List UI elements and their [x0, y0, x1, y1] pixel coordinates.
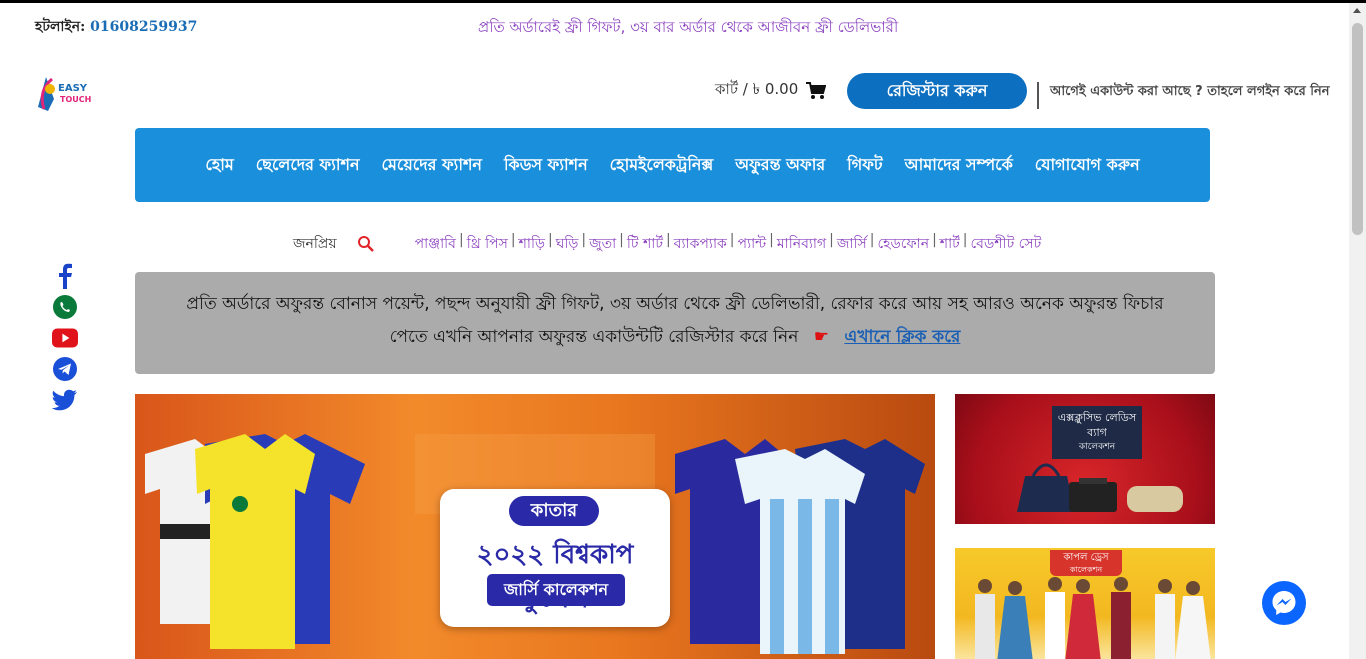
popular-tag[interactable]: জার্সি — [837, 232, 867, 256]
tag-separator: | — [665, 232, 671, 248]
twitter-icon[interactable] — [52, 387, 78, 413]
nav-item-womens-fashion[interactable]: মেয়েদের ফ্যাশন — [382, 152, 482, 179]
couple-dress-illustration — [975, 577, 1211, 659]
login-link[interactable]: আগেই একাউন্ট করা আছে ? তাহলে লগইন করে নি… — [1037, 82, 1330, 109]
scrollbar-thumb[interactable] — [1352, 23, 1363, 235]
hotline: হটলাইন: 01608259937 — [35, 15, 197, 39]
banner-line-3: জার্সি কালেকশন — [487, 574, 625, 606]
messenger-icon — [1272, 591, 1296, 615]
popular-tag[interactable]: পাঞ্জাবি — [415, 232, 456, 256]
tag-separator: | — [869, 232, 875, 248]
notice-text: প্রতি অর্ডারে অফুরন্ত বোনাস পয়েন্ট, পছন… — [186, 294, 1164, 347]
tag-separator: | — [962, 232, 968, 248]
cart-label: কার্ট / ৳ 0.00 — [715, 80, 799, 98]
nav-item-offers[interactable]: অফুরন্ত অফার — [735, 152, 825, 179]
nav-item-home[interactable]: হোম — [205, 152, 233, 179]
popular-tag[interactable]: জুতা — [589, 232, 616, 256]
cart-icon — [806, 81, 827, 99]
nav-item-mens-fashion[interactable]: ছেলেদের ফ্যাশন — [256, 152, 360, 179]
svg-text:EASY: EASY — [58, 83, 88, 94]
messenger-chat-button[interactable] — [1262, 581, 1306, 625]
popular-tag[interactable]: হেডফোন — [877, 232, 929, 256]
hero-banner[interactable]: কাতার ২০২২ বিশ্বকাপ ফুটবল জার্সি কালেকশন — [135, 394, 935, 659]
youtube-icon[interactable] — [52, 325, 78, 351]
popular-tag[interactable]: মানিব্যাগ — [777, 232, 826, 256]
nav-item-about[interactable]: আমাদের সম্পর্কে — [905, 152, 1013, 179]
popular-tags: পাঞ্জাবি | থ্রি পিস | শাড়ি | ঘড়ি | জুতা | ট… — [415, 232, 1042, 256]
tag-separator: | — [458, 232, 464, 248]
popular-tag[interactable]: থ্রি পিস — [467, 232, 508, 256]
banner-line-1: কাতার — [509, 496, 599, 526]
tag-separator: | — [547, 232, 553, 248]
search-icon[interactable] — [357, 235, 375, 253]
social-sidebar — [50, 263, 80, 413]
telegram-icon[interactable] — [52, 356, 78, 382]
register-button[interactable]: রেজিস্টার করুন — [847, 73, 1027, 109]
svg-text:TOUCH: TOUCH — [60, 95, 91, 104]
nav-item-kids-fashion[interactable]: কিডস ফ্যাশন — [504, 152, 588, 179]
bags-illustration — [1017, 463, 1183, 512]
popular-tag[interactable]: বেডশীট সেট — [971, 232, 1042, 256]
notice-link[interactable]: এখানে ক্লিক করে — [844, 327, 960, 347]
popular-searches: জনপ্রিয় পাঞ্জাবি | থ্রি পিস | শাড়ি | ঘড়ি… — [293, 232, 1041, 256]
top-tagline: প্রতি অর্ডারেই ফ্রী গিফট, ৩য় বার অর্ডার… — [478, 18, 899, 36]
tag-separator: | — [581, 232, 587, 248]
hotline-label: হটলাইন: — [35, 19, 86, 35]
tag-separator: | — [619, 232, 624, 248]
popular-tag[interactable]: শাড়ি — [519, 232, 545, 256]
tag-separator: | — [510, 232, 516, 248]
main-nav: হোম ছেলেদের ফ্যাশন মেয়েদের ফ্যাশন কিডস … — [135, 128, 1210, 202]
tag-separator: | — [769, 232, 774, 248]
promo-notice: প্রতি অর্ডারে অফুরন্ত বোনাস পয়েন্ট, পছন… — [135, 272, 1215, 374]
page-scrollbar[interactable] — [1349, 3, 1366, 659]
nav-item-gift[interactable]: গিফট — [847, 152, 882, 179]
popular-tag[interactable]: টি শার্ট — [627, 232, 663, 256]
couple-dress-banner[interactable]: কাপল ড্রেস কালেকশন — [955, 548, 1215, 659]
page: হটলাইন: 01608259937 প্রতি অর্ডারেই ফ্রী … — [0, 0, 1366, 659]
tag-separator: | — [932, 232, 937, 248]
popular-tag[interactable]: ব্যাকপ্যাক — [674, 232, 727, 256]
popular-label: জনপ্রিয় — [293, 236, 337, 252]
ladies-bag-banner[interactable]: এক্সক্লুসিভ লেডিস ব্যাগ কালেকশন — [955, 394, 1215, 524]
popular-tag[interactable]: শার্ট — [940, 232, 960, 256]
tag-separator: | — [829, 232, 834, 248]
scroll-up-arrow-icon[interactable] — [1353, 8, 1361, 13]
nav-item-home-electronics[interactable]: হোমইলেকট্রনিক্স — [610, 152, 714, 179]
popular-tag[interactable]: ঘড়ি — [556, 232, 579, 256]
popular-tag[interactable]: প্যান্ট — [738, 232, 767, 256]
tag-separator: | — [729, 232, 735, 248]
hotline-number[interactable]: 01608259937 — [90, 19, 197, 35]
facebook-icon[interactable] — [52, 263, 78, 289]
whatsapp-icon[interactable] — [52, 294, 78, 320]
nav-item-contact[interactable]: যোগাযোগ করুন — [1035, 152, 1140, 179]
site-logo[interactable]: EASY TOUCH — [34, 71, 94, 115]
pointing-hand-icon: ☛ — [813, 327, 829, 347]
cart-link[interactable]: কার্ট / ৳ 0.00 — [715, 78, 827, 103]
